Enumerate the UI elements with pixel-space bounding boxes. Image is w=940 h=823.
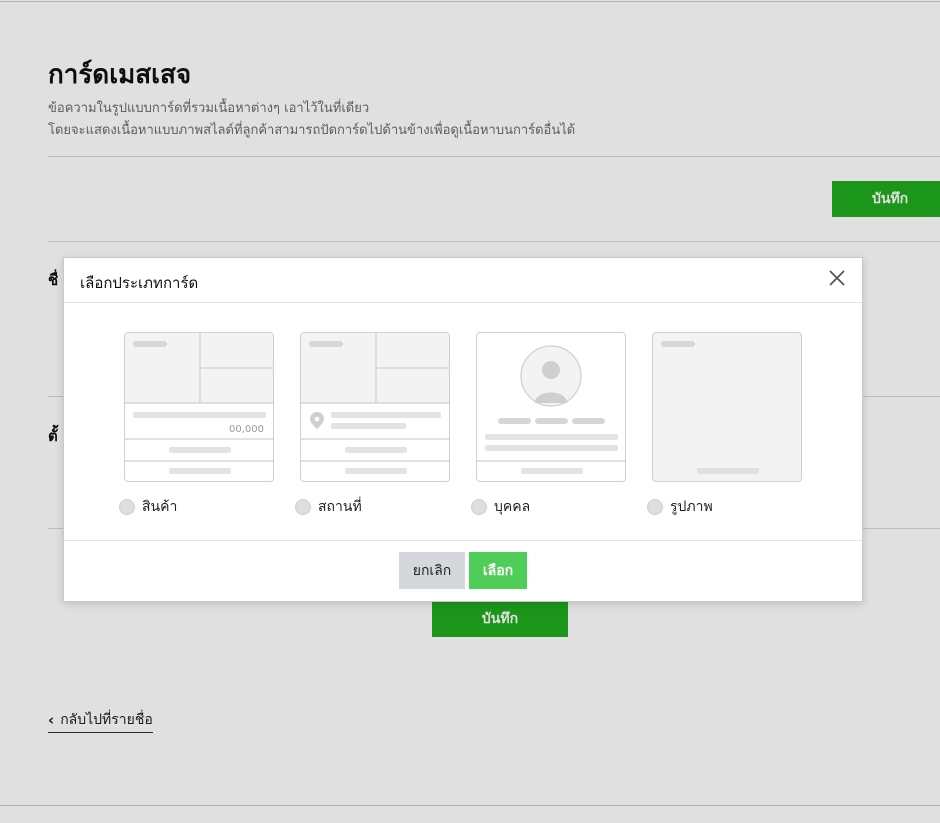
- map-pin-icon: [310, 412, 324, 429]
- location-label-text: สถานที่: [318, 499, 362, 515]
- product-price-text: 00,000: [229, 424, 264, 435]
- modal-footer-divider: [64, 540, 862, 541]
- card-option-product[interactable]: 00,000 สินค้า: [119, 332, 274, 515]
- image-label-text: รูปภาพ: [670, 499, 713, 515]
- person-radio[interactable]: [471, 499, 487, 515]
- modal-title: เลือกประเภทการ์ด: [80, 274, 199, 292]
- image-card-thumb[interactable]: [652, 332, 802, 482]
- close-icon[interactable]: [828, 269, 846, 287]
- person-card-thumb[interactable]: [476, 332, 626, 482]
- card-option-image-label[interactable]: รูปภาพ: [647, 496, 713, 518]
- card-type-modal: เลือกประเภทการ์ด 00,000 สินค้า สถานที่ บ…: [63, 257, 863, 602]
- product-label-text: สินค้า: [142, 499, 178, 515]
- card-option-product-label[interactable]: สินค้า: [119, 496, 177, 518]
- modal-header: เลือกประเภทการ์ด: [64, 258, 862, 303]
- cancel-button[interactable]: ยกเลิก: [399, 552, 465, 589]
- select-button[interactable]: เลือก: [469, 552, 527, 589]
- person-label-text: บุคคล: [494, 499, 531, 515]
- location-radio[interactable]: [295, 499, 311, 515]
- card-option-person-label[interactable]: บุคคล: [471, 496, 530, 518]
- card-option-person[interactable]: บุคคล: [471, 332, 626, 515]
- product-radio[interactable]: [119, 499, 135, 515]
- location-card-thumb[interactable]: [300, 332, 450, 482]
- card-option-location[interactable]: สถานที่: [295, 332, 450, 515]
- product-card-thumb[interactable]: 00,000: [124, 332, 274, 482]
- card-option-image[interactable]: รูปภาพ: [647, 332, 802, 515]
- image-radio[interactable]: [647, 499, 663, 515]
- card-option-location-label[interactable]: สถานที่: [295, 496, 362, 518]
- avatar-icon: [520, 345, 582, 407]
